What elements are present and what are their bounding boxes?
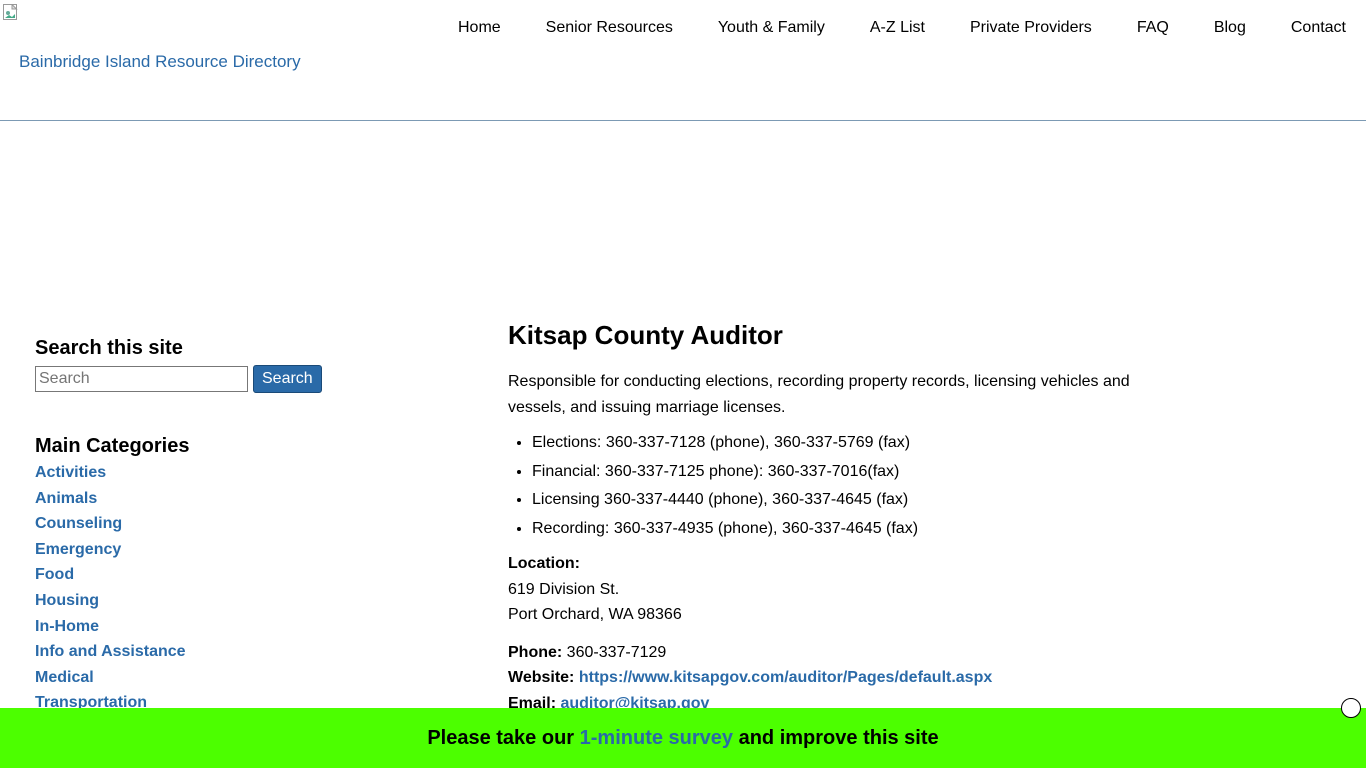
list-item: Licensing 360-337-4440 (phone), 360-337-… bbox=[532, 486, 1188, 515]
category-link-housing[interactable]: Housing bbox=[35, 592, 99, 609]
search-heading: Search this site bbox=[35, 337, 183, 359]
contact-block: Phone: 360-337-7129 Website: https://www… bbox=[508, 640, 1188, 717]
nav-private-providers[interactable]: Private Providers bbox=[970, 19, 1092, 37]
phone-value: 360-337-7129 bbox=[566, 643, 667, 661]
survey-banner: Please take our 1-minute survey and impr… bbox=[0, 708, 1366, 768]
page-title: Kitsap County Auditor bbox=[508, 320, 783, 350]
main-nav: Home Senior Resources Youth & Family A-Z… bbox=[458, 19, 1346, 37]
address-line-2: Port Orchard, WA 98366 bbox=[508, 606, 682, 624]
nav-senior-resources[interactable]: Senior Resources bbox=[546, 19, 673, 37]
category-link-emergency[interactable]: Emergency bbox=[35, 541, 121, 558]
department-list: Elections: 360-337-7128 (phone), 360-337… bbox=[508, 429, 1188, 543]
list-item: Financial: 360-337-7125 phone): 360-337-… bbox=[532, 458, 1188, 487]
location-label: Location: bbox=[508, 555, 580, 573]
main-content: Kitsap County Auditor Responsible for co… bbox=[508, 320, 1188, 716]
nav-youth-family[interactable]: Youth & Family bbox=[718, 19, 825, 37]
category-link-counseling[interactable]: Counseling bbox=[35, 515, 122, 532]
website-label: Website: bbox=[508, 669, 575, 687]
nav-contact[interactable]: Contact bbox=[1291, 19, 1346, 37]
survey-prefix: Please take our bbox=[427, 726, 575, 749]
site-title-link[interactable]: Bainbridge Island Resource Directory bbox=[19, 52, 301, 72]
category-link-info-and-assistance[interactable]: Info and Assistance bbox=[35, 643, 186, 660]
location-block: Location: 619 Division St. Port Orchard,… bbox=[508, 551, 1188, 628]
broken-image-icon bbox=[3, 4, 18, 20]
close-icon[interactable] bbox=[1341, 698, 1361, 718]
category-link-in-home[interactable]: In-Home bbox=[35, 618, 99, 635]
header-divider bbox=[0, 120, 1366, 121]
address-line-1: 619 Division St. bbox=[508, 580, 620, 598]
nav-blog[interactable]: Blog bbox=[1214, 19, 1246, 37]
category-list: Activities Animals Counseling Emergency … bbox=[35, 460, 335, 716]
category-link-animals[interactable]: Animals bbox=[35, 490, 97, 507]
nav-faq[interactable]: FAQ bbox=[1137, 19, 1169, 37]
list-item: Recording: 360-337-4935 (phone), 360-337… bbox=[532, 515, 1188, 544]
search-button[interactable]: Search bbox=[253, 365, 322, 393]
website-link[interactable]: https://www.kitsapgov.com/auditor/Pages/… bbox=[579, 669, 992, 686]
search-input[interactable] bbox=[35, 366, 248, 392]
category-link-activities[interactable]: Activities bbox=[35, 464, 106, 481]
survey-link[interactable]: 1-minute survey bbox=[580, 727, 733, 750]
list-item: Elections: 360-337-7128 (phone), 360-337… bbox=[532, 429, 1188, 458]
categories-heading: Main Categories bbox=[35, 435, 190, 457]
nav-a-z-list[interactable]: A-Z List bbox=[870, 19, 925, 37]
survey-suffix: and improve this site bbox=[738, 726, 939, 749]
sidebar: Search this site Search Main Categories … bbox=[35, 336, 335, 716]
category-link-food[interactable]: Food bbox=[35, 566, 74, 583]
nav-home[interactable]: Home bbox=[458, 19, 501, 37]
description: Responsible for conducting elections, re… bbox=[508, 373, 1130, 416]
phone-label: Phone: bbox=[508, 643, 563, 661]
search-form: Search bbox=[35, 365, 335, 393]
category-link-medical[interactable]: Medical bbox=[35, 669, 94, 686]
